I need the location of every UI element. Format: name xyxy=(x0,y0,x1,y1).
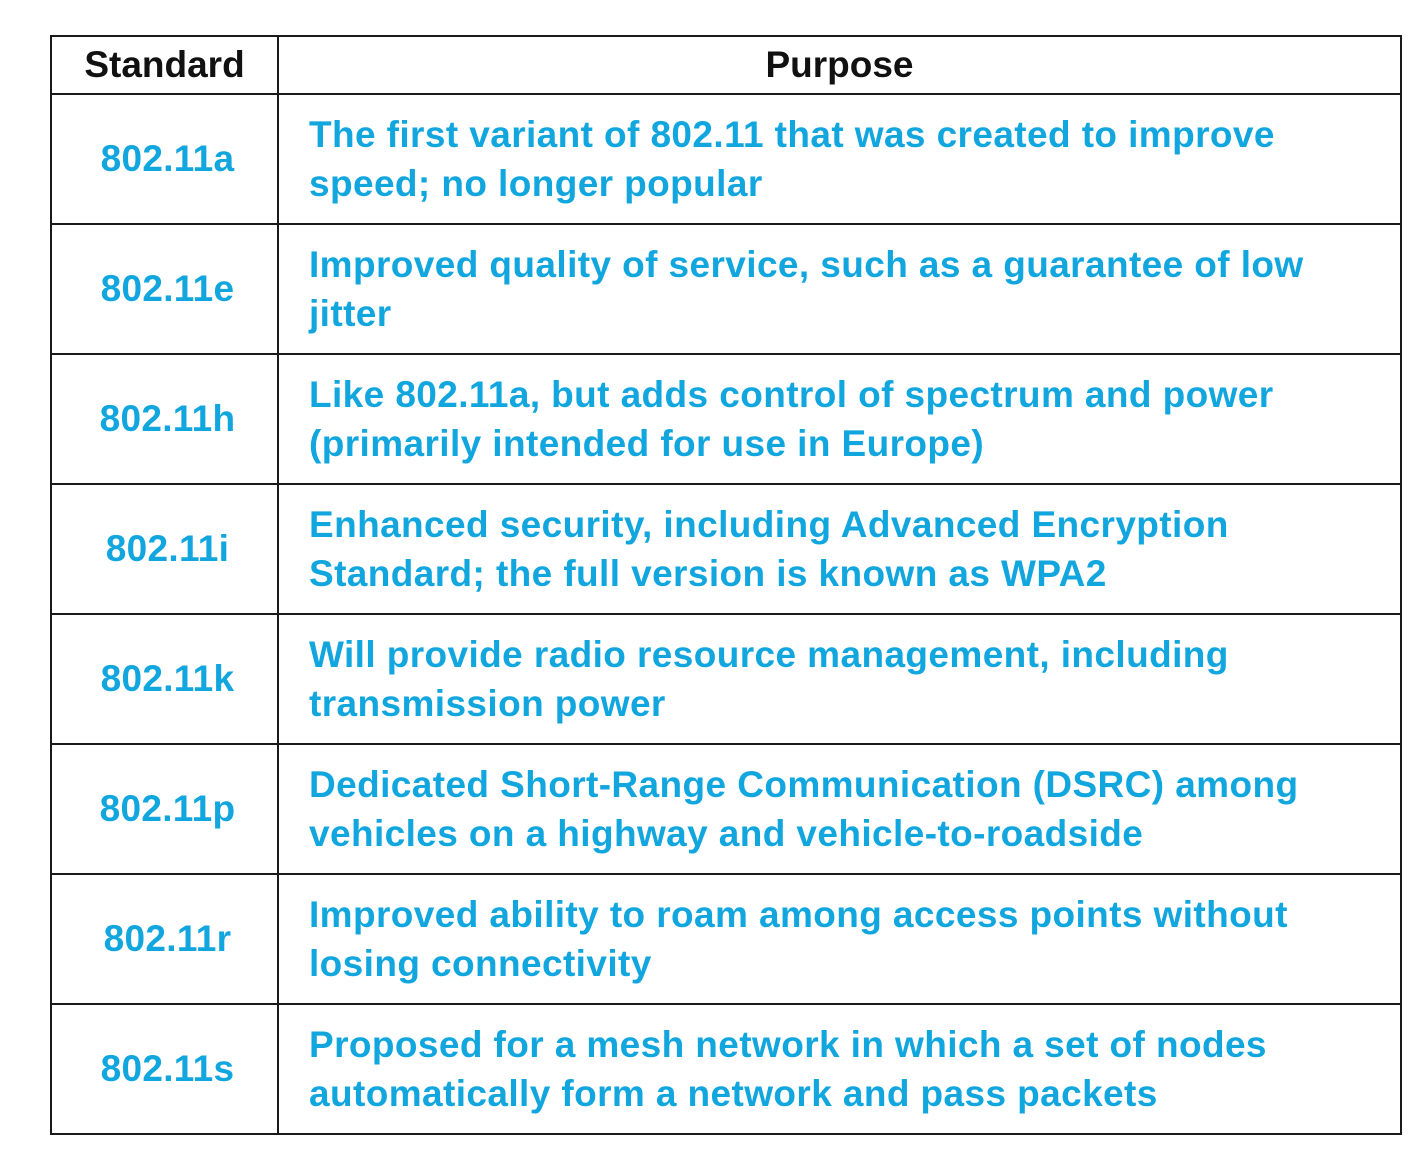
purpose-cell: Enhanced security, including Advanced En… xyxy=(277,483,1402,615)
header-standard: Standard xyxy=(50,35,279,95)
header-purpose: Purpose xyxy=(277,35,1402,95)
standard-cell: 802.11i xyxy=(50,483,279,615)
purpose-cell: Improved ability to roam among access po… xyxy=(277,873,1402,1005)
table-row: 802.11h Like 802.11a, but adds control o… xyxy=(50,353,1402,485)
standard-cell: 802.11e xyxy=(50,223,279,355)
standards-table: Standard Purpose 802.11a The first varia… xyxy=(50,35,1402,1135)
table-row: 802.11i Enhanced security, including Adv… xyxy=(50,483,1402,615)
standard-cell: 802.11p xyxy=(50,743,279,875)
standard-cell: 802.11s xyxy=(50,1003,279,1135)
table-row: 802.11e Improved quality of service, suc… xyxy=(50,223,1402,355)
purpose-cell: The first variant of 802.11 that was cre… xyxy=(277,93,1402,225)
table-row: 802.11p Dedicated Short-Range Communicat… xyxy=(50,743,1402,875)
header-row: Standard Purpose xyxy=(50,35,1402,95)
table-row: 802.11s Proposed for a mesh network in w… xyxy=(50,1003,1402,1135)
standard-cell: 802.11h xyxy=(50,353,279,485)
table-row: 802.11k Will provide radio resource mana… xyxy=(50,613,1402,745)
standard-cell: 802.11k xyxy=(50,613,279,745)
purpose-cell: Dedicated Short-Range Communication (DSR… xyxy=(277,743,1402,875)
table-row: 802.11a The first variant of 802.11 that… xyxy=(50,93,1402,225)
purpose-cell: Improved quality of service, such as a g… xyxy=(277,223,1402,355)
purpose-cell: Will provide radio resource management, … xyxy=(277,613,1402,745)
standard-cell: 802.11r xyxy=(50,873,279,1005)
purpose-cell: Like 802.11a, but adds control of spectr… xyxy=(277,353,1402,485)
standard-cell: 802.11a xyxy=(50,93,279,225)
table-row: 802.11r Improved ability to roam among a… xyxy=(50,873,1402,1005)
purpose-cell: Proposed for a mesh network in which a s… xyxy=(277,1003,1402,1135)
